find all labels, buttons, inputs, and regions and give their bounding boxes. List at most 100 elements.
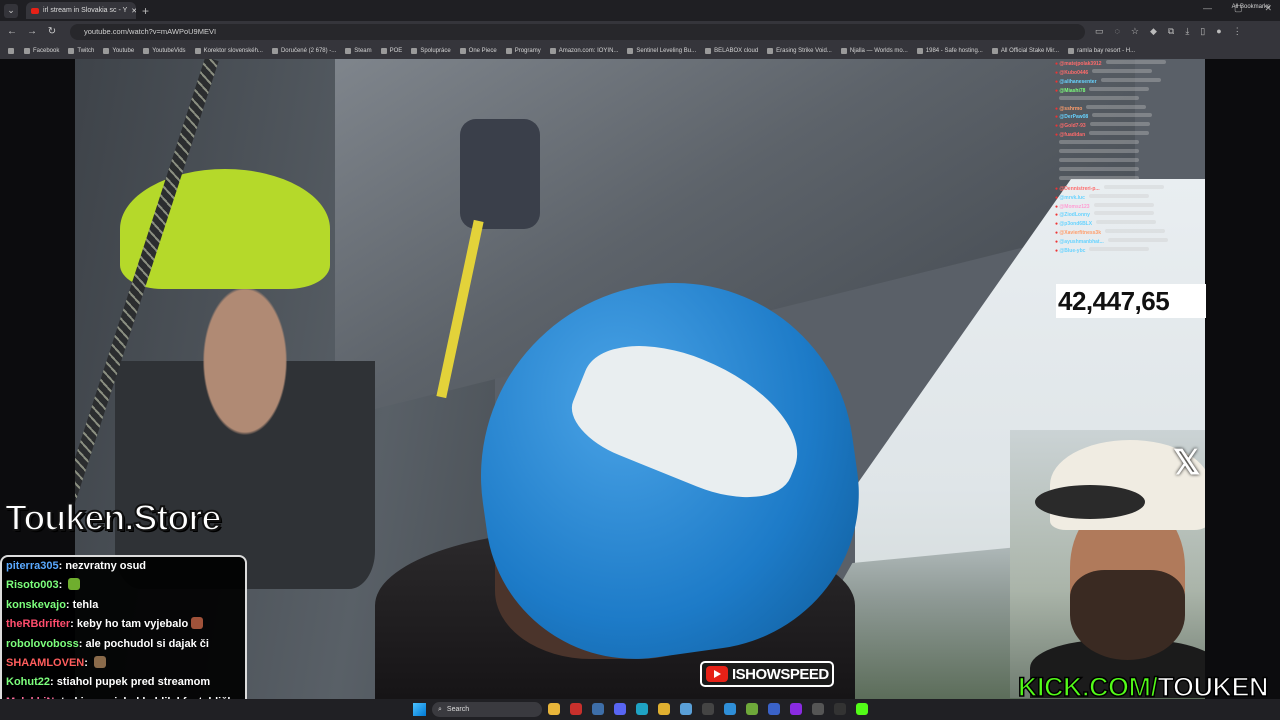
bookmark-item[interactable]: Erasing Strike Void... <box>767 47 832 54</box>
bookmark-icon <box>991 47 998 54</box>
chat-username: @ZiodLonny <box>1059 212 1090 219</box>
chat-username: @p3ond6BLX <box>1059 221 1093 228</box>
app-kick-icon[interactable] <box>856 703 868 715</box>
chat-message-text <box>1086 104 1147 109</box>
bookmark-label: Facebook <box>33 47 60 54</box>
chat-separator: : <box>84 657 91 670</box>
chat-message-text <box>1100 77 1161 82</box>
puzzle-icon[interactable]: ⧉ <box>1168 26 1174 37</box>
bookmark-icon <box>840 47 847 54</box>
chrome-icon[interactable] <box>658 703 670 715</box>
bookmark-item[interactable]: ramla bay resort - H... <box>1068 47 1135 54</box>
bookmark-icon <box>194 47 201 54</box>
download-icon[interactable]: ⤓ <box>1185 26 1189 37</box>
bookmark-item[interactable]: 1984 - Safe hosting... <box>916 47 983 54</box>
tab-youtube[interactable]: irl stream in Slovakia sc - Y ✕ <box>26 2 136 19</box>
forward-icon[interactable]: → <box>24 26 40 37</box>
app-red-icon[interactable] <box>570 703 582 715</box>
chat-message: ● @matejpolak3912 <box>1055 60 1205 69</box>
bookmark-item[interactable]: Korektor slovenskéh... <box>194 47 263 54</box>
chat-message-text <box>1089 122 1150 127</box>
bookmark-item[interactable]: Twitch <box>68 47 94 54</box>
bookmark-label: Youtube <box>112 47 135 54</box>
bookmark-item[interactable]: Facebook <box>24 47 60 54</box>
chat-text: stiahol pupek pred streamom <box>56 676 211 689</box>
bookmark-icon <box>705 47 712 54</box>
chat-message: ● @mrvk.luc <box>1055 193 1205 203</box>
chat-message: ● @Dennistreri-p... <box>1055 184 1205 194</box>
chat-message <box>1055 140 1205 149</box>
start-button[interactable] <box>413 703 426 716</box>
app-next-icon[interactable] <box>790 703 802 715</box>
chat-message: Kohut22: stiahol pupek pred streamom <box>6 673 241 692</box>
bookmark-item[interactable]: Amazon.com: IOYIN... <box>549 47 618 54</box>
bookmark-item[interactable]: One Piece <box>459 47 497 54</box>
bookmark-item[interactable]: All Official Stake Mir... <box>991 47 1059 54</box>
extension-icon[interactable]: ◆ <box>1150 26 1157 37</box>
app-blue-icon[interactable] <box>768 703 780 715</box>
bookmark-item[interactable]: Programy <box>505 47 541 54</box>
chat-username: @Dennistreri-p... <box>1059 185 1100 192</box>
new-tab-button[interactable]: + <box>142 4 149 18</box>
minimize-icon[interactable]: — <box>1203 3 1212 14</box>
bookmark-item[interactable]: Steam <box>345 47 372 54</box>
terminal-icon[interactable] <box>834 703 846 715</box>
chat-message <box>1055 149 1205 158</box>
edge-icon[interactable] <box>636 703 648 715</box>
apps-grid-icon[interactable] <box>8 47 14 54</box>
bookmark-item[interactable]: Sentinel Leveling Bu... <box>627 47 696 54</box>
bookmark-item[interactable]: Spolupráce <box>411 47 451 54</box>
star-icon[interactable]: ☆ <box>1131 26 1139 37</box>
chat-username: @fuadidan <box>1059 132 1086 139</box>
chat-message <box>1055 175 1205 185</box>
eye-off-icon[interactable]: ◌ <box>1115 26 1120 37</box>
chat-message-text <box>1089 247 1150 252</box>
chat-username: @matejpolak3912 <box>1059 61 1102 67</box>
bookmark-item[interactable]: POE <box>380 47 402 54</box>
bookmark-item[interactable]: Njalla — Worlds mo... <box>840 47 908 54</box>
chat-emote-icon <box>68 578 81 591</box>
bookmark-item[interactable]: BELABOX cloud <box>705 47 758 54</box>
obs-icon[interactable] <box>702 703 714 715</box>
reload-icon[interactable]: ↻ <box>44 26 60 37</box>
store-overlay-text: Touken.Store <box>4 496 222 539</box>
chat-username: @ayushmanbhat... <box>1059 239 1104 246</box>
chat-message-text <box>1059 166 1139 171</box>
discord-icon[interactable] <box>614 703 626 715</box>
bookmark-icon <box>271 47 278 54</box>
app-dark-icon[interactable] <box>812 703 824 715</box>
chat-message-text <box>1088 193 1149 198</box>
chat-message <box>1055 166 1205 176</box>
bookmark-icon <box>627 47 634 54</box>
taskbar-search[interactable]: ⌕ Search <box>432 702 542 717</box>
notepad-icon[interactable] <box>680 703 692 715</box>
file-explorer-icon[interactable] <box>548 703 560 715</box>
chat-message-text <box>1092 113 1153 118</box>
steam-icon[interactable] <box>592 703 604 715</box>
url-bar[interactable]: youtube.com/watch?v=mAWPoU9MEVI <box>70 23 1085 40</box>
app-green-icon[interactable] <box>746 703 758 715</box>
youtube-favicon-icon <box>31 7 39 14</box>
address-toolbar: ← → ↻ youtube.com/watch?v=mAWPoU9MEVI ▭ … <box>0 21 1280 42</box>
profile-avatar[interactable]: ● <box>1216 26 1221 37</box>
bookmark-item[interactable]: Youtube <box>103 47 135 54</box>
app-window-icon[interactable] <box>724 703 736 715</box>
bookmark-item[interactable]: Doručené (2 678) -... <box>271 47 337 54</box>
cast-icon[interactable]: ▭ <box>1095 26 1104 37</box>
all-bookmarks-link[interactable]: All Bookmarks <box>1232 4 1270 10</box>
tab-list-chevron-icon[interactable]: ⌄ <box>4 3 18 18</box>
sidepanel-icon[interactable]: ▯ <box>1200 26 1205 37</box>
tab-close-icon[interactable]: ✕ <box>131 7 136 15</box>
back-icon[interactable]: ← <box>4 26 20 37</box>
chat-message-text <box>1059 140 1139 145</box>
chat-username: @mrvk.luc <box>1059 194 1085 201</box>
bookmark-label: Doručené (2 678) -... <box>280 47 337 54</box>
chat-message: ● @ZiodLonny <box>1055 211 1205 220</box>
bookmark-label: Njalla — Worlds mo... <box>849 47 908 54</box>
youtube-logo-icon <box>706 666 728 682</box>
chat-message: ● @p3ond6BLX <box>1055 220 1205 229</box>
menu-icon[interactable]: ⋮ <box>1233 26 1242 37</box>
chat-username: @Gold7-93 <box>1059 123 1086 130</box>
bookmark-item[interactable]: YoutubeVids <box>143 47 186 54</box>
chat-message <box>1055 157 1205 167</box>
